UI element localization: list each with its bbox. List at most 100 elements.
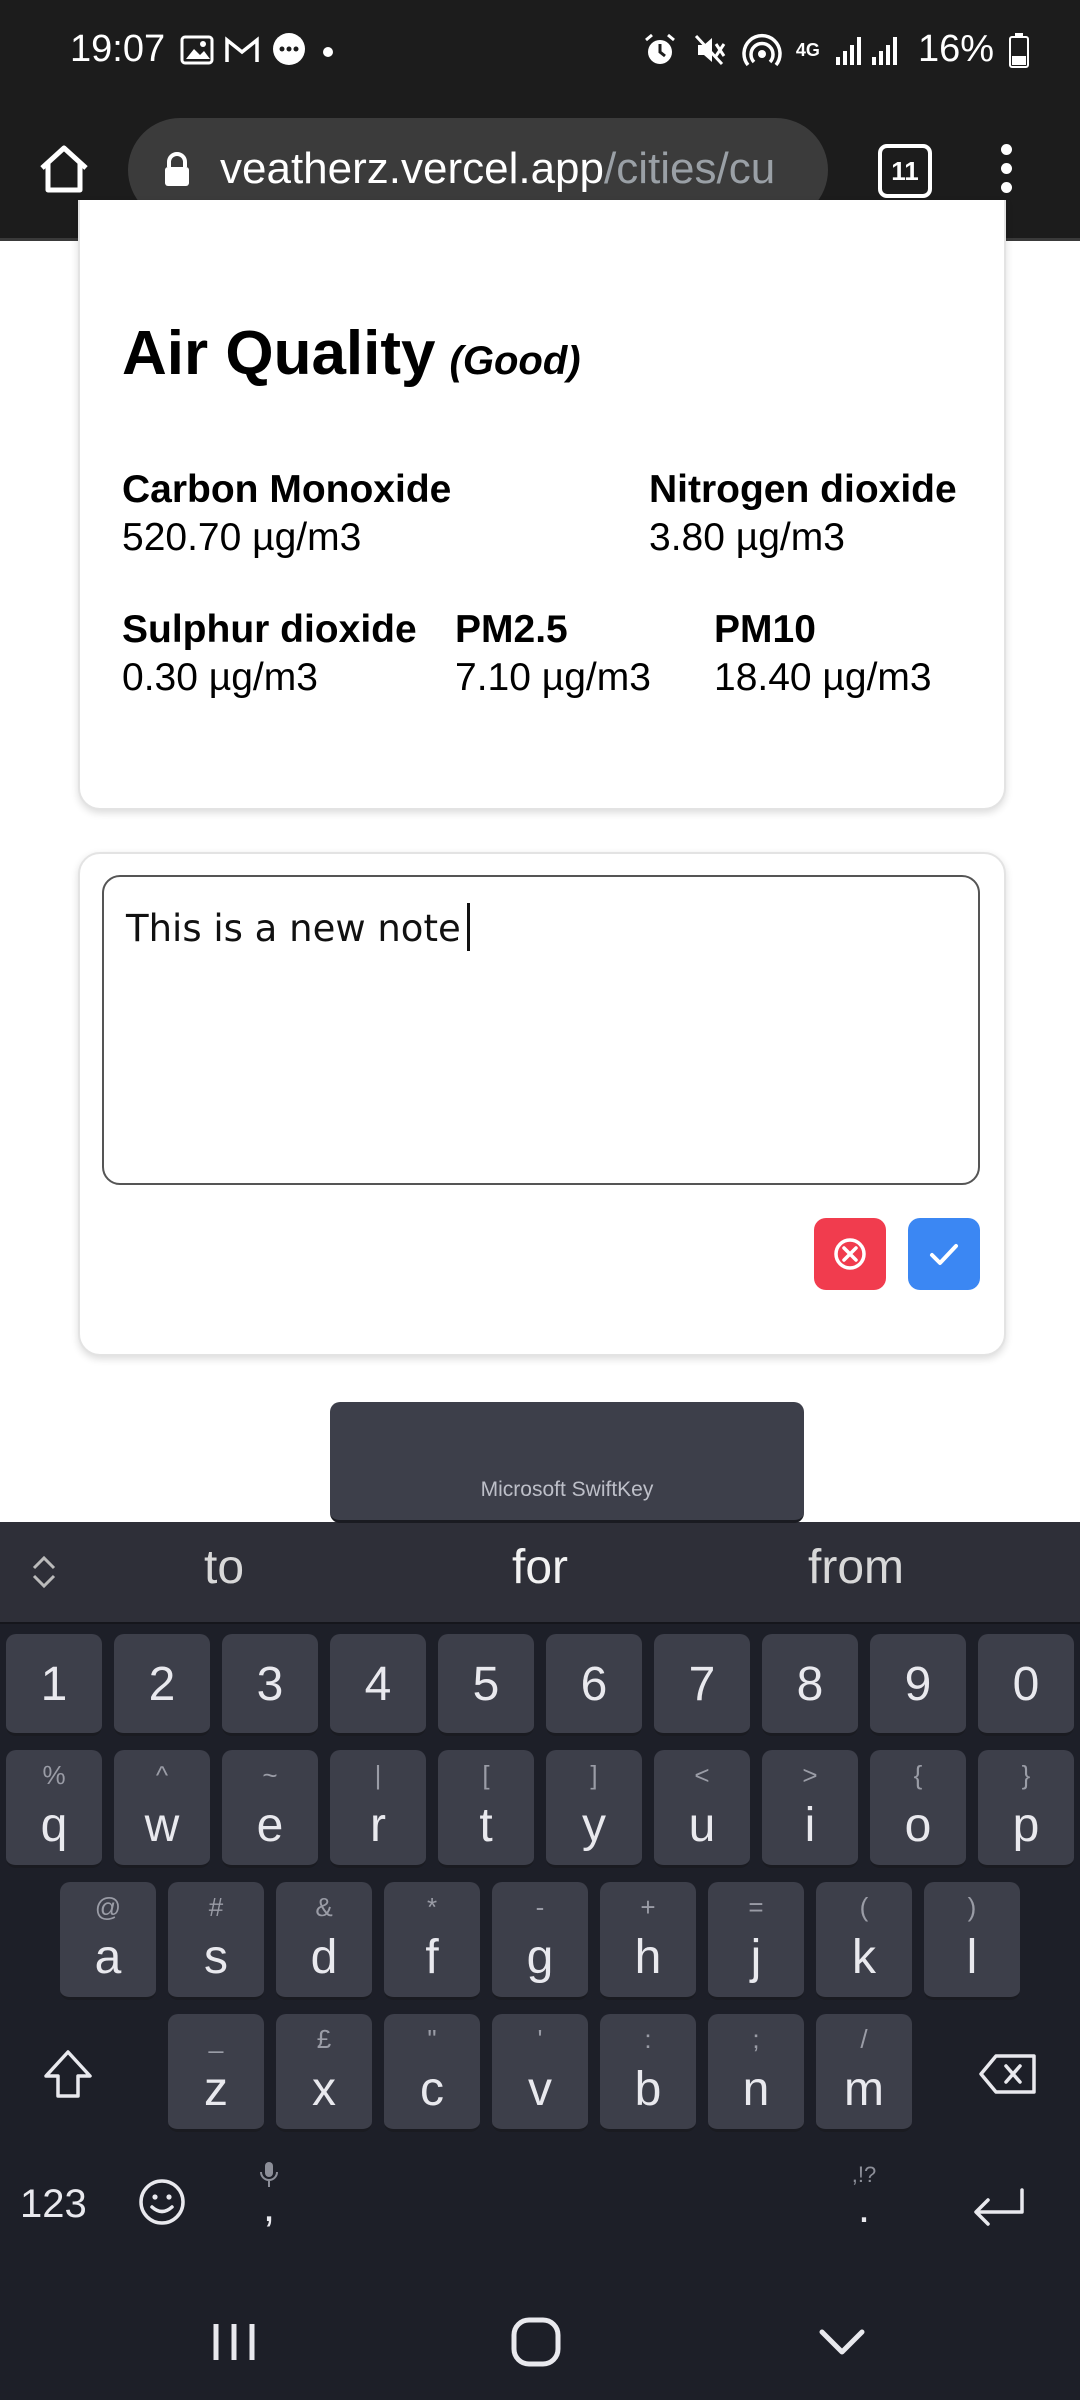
- key-c[interactable]: " c: [384, 2014, 480, 2132]
- home-icon: [40, 145, 88, 193]
- air-quality-heading: Air Quality (Good): [122, 318, 581, 389]
- key-alt-char: ): [967, 1892, 977, 1922]
- metric-value: 0.30 µg/m3: [122, 656, 318, 699]
- key-char: e: [256, 1799, 284, 1852]
- key-char: h: [634, 1931, 662, 1984]
- key-r[interactable]: | r: [330, 1750, 426, 1868]
- key-y[interactable]: ] y: [546, 1750, 642, 1868]
- key-v[interactable]: ' v: [492, 2014, 588, 2132]
- key-2[interactable]: 2: [114, 1634, 210, 1736]
- shift-key[interactable]: [40, 2046, 96, 2107]
- key-t[interactable]: [t: [438, 1750, 534, 1868]
- expand-toolbar-icon[interactable]: [26, 1552, 62, 1592]
- key-j[interactable]: = j: [708, 1882, 804, 2000]
- key-7[interactable]: 7: [654, 1634, 750, 1736]
- key-1[interactable]: 1: [6, 1634, 102, 1736]
- period-label: .: [857, 2183, 871, 2232]
- key-0[interactable]: 0: [978, 1634, 1074, 1736]
- period-key[interactable]: ,!? .: [846, 2162, 882, 2232]
- home-button[interactable]: [34, 138, 94, 208]
- key-9[interactable]: 9: [870, 1634, 966, 1736]
- more-options-button[interactable]: [996, 138, 1016, 208]
- enter-key[interactable]: [970, 2186, 1028, 2235]
- key-alt-char: {: [913, 1760, 923, 1790]
- key-b[interactable]: :b: [600, 2014, 696, 2132]
- key-p[interactable]: } p: [978, 1750, 1074, 1868]
- metric-label: PM10: [714, 608, 816, 651]
- key-6[interactable]: 6: [546, 1634, 642, 1736]
- metric-label: Carbon Monoxide: [122, 468, 452, 511]
- save-note-button[interactable]: [908, 1218, 980, 1290]
- key-alt-char: }: [1021, 1760, 1031, 1790]
- key-z[interactable]: _ z: [168, 2014, 264, 2132]
- key-char: n: [742, 2063, 770, 2116]
- home-nav-icon[interactable]: [506, 2312, 566, 2372]
- recent-apps-icon[interactable]: [204, 2312, 264, 2372]
- key-x[interactable]: £ x: [276, 2014, 372, 2132]
- key-w[interactable]: ^ w: [114, 1750, 210, 1868]
- key-a[interactable]: @ a: [60, 1882, 156, 2000]
- metric-pm25: PM2.5 7.10 µg/m3: [455, 608, 651, 700]
- key-d[interactable]: & d: [276, 1882, 372, 2000]
- key-i[interactable]: > i: [762, 1750, 858, 1868]
- shift-icon: [44, 2050, 92, 2098]
- key-5[interactable]: 5: [438, 1634, 534, 1736]
- comma-key[interactable]: ,: [254, 2160, 284, 2229]
- tab-switcher-button[interactable]: 11: [878, 144, 932, 198]
- menu-dot: [1000, 182, 1012, 193]
- metric-value: 3.80 µg/m3: [649, 516, 845, 559]
- alarm-icon: [642, 30, 678, 70]
- cancel-note-button[interactable]: [814, 1218, 886, 1290]
- metric-nitrogen-dioxide: Nitrogen dioxide 3.80 µg/m3: [649, 468, 957, 560]
- metric-value: 18.40 µg/m3: [714, 656, 932, 699]
- key-h[interactable]: + h: [600, 1882, 696, 2000]
- metric-pm10: PM10 18.40 µg/m3: [714, 608, 932, 700]
- key-q[interactable]: % q: [6, 1750, 102, 1868]
- mute-icon: [692, 30, 728, 70]
- network-label: 4G: [795, 39, 820, 60]
- suggestion-1[interactable]: to: [74, 1540, 374, 1595]
- key-char: r: [370, 1799, 386, 1852]
- key-alt-char: #: [208, 1892, 224, 1922]
- metric-carbon-monoxide: Carbon Monoxide 520.70 µg/m3: [122, 468, 451, 560]
- key-alt-char: >: [802, 1760, 818, 1790]
- key-s[interactable]: # s: [168, 1882, 264, 2000]
- network-4g-label: 4G: [796, 30, 820, 70]
- hotspot-icon: [742, 30, 782, 70]
- check-icon: [930, 1244, 958, 1265]
- suggestion-3[interactable]: from: [706, 1540, 1006, 1595]
- emoji-key[interactable]: [136, 2176, 188, 2233]
- key-char: a: [94, 1931, 122, 1984]
- key-o[interactable]: {o: [870, 1750, 966, 1868]
- image-icon: [180, 30, 214, 70]
- key-char: s: [204, 1931, 228, 1984]
- key-k[interactable]: (k: [816, 1882, 912, 2000]
- key-char: t: [479, 1799, 493, 1852]
- key-8[interactable]: 8: [762, 1634, 858, 1736]
- key-char: p: [1012, 1799, 1040, 1852]
- hide-keyboard-icon[interactable]: [812, 2312, 872, 2372]
- key-l[interactable]: ) l: [924, 1882, 1020, 2000]
- key-n[interactable]: ; n: [708, 2014, 804, 2132]
- key-g[interactable]: -g: [492, 1882, 588, 2000]
- key-alt-char: £: [316, 2024, 332, 2054]
- url-host: veatherz.vercel.app: [220, 144, 604, 193]
- key-3[interactable]: 3: [222, 1634, 318, 1736]
- key-char: j: [750, 1931, 762, 1984]
- note-textarea[interactable]: This is a new note: [102, 875, 980, 1185]
- key-alt-char: (: [859, 1892, 869, 1922]
- symbols-key[interactable]: 123: [20, 2182, 87, 2227]
- space-key[interactable]: Microsoft SwiftKey: [330, 1402, 804, 1523]
- key-u[interactable]: < u: [654, 1750, 750, 1868]
- battery-percent: 16%: [917, 28, 994, 70]
- key-m[interactable]: / m: [816, 2014, 912, 2132]
- backspace-icon: [979, 2054, 1036, 2094]
- backspace-key[interactable]: [978, 2052, 1038, 2101]
- key-e[interactable]: ~ e: [222, 1750, 318, 1868]
- key-4[interactable]: 4: [330, 1634, 426, 1736]
- suggestion-2[interactable]: for: [390, 1540, 690, 1595]
- key-f[interactable]: * f: [384, 1882, 480, 2000]
- key-char: d: [310, 1931, 338, 1984]
- key-alt-char: +: [640, 1892, 656, 1922]
- key-char: g: [526, 1931, 554, 1984]
